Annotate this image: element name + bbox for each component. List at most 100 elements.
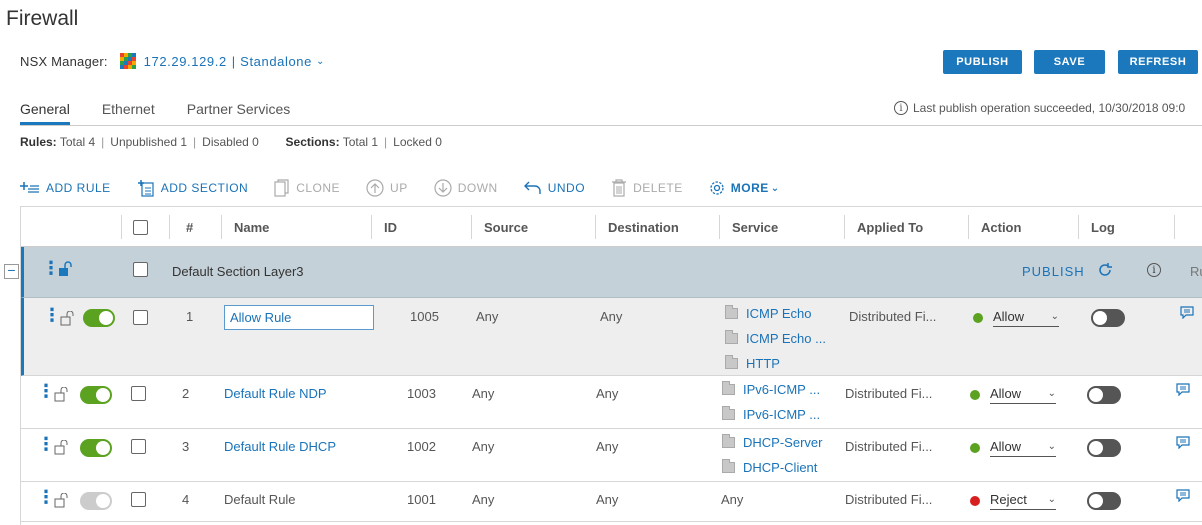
row-menu[interactable]: ⋮: [37, 435, 55, 453]
allow-status-dot: [970, 443, 980, 453]
service-item[interactable]: DHCP-Server: [722, 430, 822, 455]
refresh-icon[interactable]: [1097, 262, 1113, 278]
log-toggle[interactable]: [1087, 439, 1121, 457]
log-toggle[interactable]: [1087, 492, 1121, 510]
nsx-manager-icon: [119, 53, 136, 69]
info-icon[interactable]: i: [1147, 263, 1161, 277]
rule-source[interactable]: Any: [476, 309, 498, 324]
unlocked-icon[interactable]: [54, 493, 70, 508]
action-select[interactable]: Allow ⌄: [990, 386, 1056, 404]
add-rule-button[interactable]: ADD RULE: [20, 181, 111, 195]
stats-separator: |: [193, 135, 197, 149]
down-button[interactable]: DOWN: [434, 179, 498, 197]
save-button[interactable]: SAVE: [1034, 50, 1105, 74]
nsx-manager-mode[interactable]: Standalone: [240, 54, 312, 69]
col-destination[interactable]: Destination: [608, 207, 679, 247]
action-select[interactable]: Allow ⌄: [993, 309, 1059, 327]
rule-destination[interactable]: Any: [600, 309, 622, 324]
nsx-manager-ip[interactable]: 172.29.129.2: [144, 54, 227, 69]
table-row[interactable]: ⋮ 3 Default Rule DHCP 1002 Any Any DHCP-…: [21, 429, 1202, 482]
rule-services: IPv6-ICMP ... IPv6-ICMP ...: [722, 377, 820, 427]
refresh-button[interactable]: REFRESH: [1118, 50, 1198, 74]
collapse-section-button[interactable]: −: [4, 263, 19, 279]
chevron-down-icon: ⌄: [1047, 441, 1056, 452]
publish-button[interactable]: PUBLISH: [943, 50, 1022, 74]
chevron-down-icon[interactable]: ⌄: [316, 56, 324, 67]
rule-enabled-toggle[interactable]: [80, 386, 112, 404]
column-divider: [221, 215, 222, 239]
column-divider: [719, 215, 720, 239]
row-checkbox[interactable]: [131, 439, 146, 454]
log-toggle[interactable]: [1087, 386, 1121, 404]
clone-button[interactable]: CLONE: [274, 179, 340, 197]
section-publish-button[interactable]: PUBLISH: [1022, 264, 1085, 279]
rule-name-input[interactable]: Allow Rule: [224, 305, 374, 330]
rule-applied-to[interactable]: Distributed Fi...: [849, 309, 936, 324]
rule-destination: Any: [596, 492, 619, 507]
folder-icon: [722, 406, 735, 420]
tab-general[interactable]: General: [20, 101, 70, 125]
rule-destination[interactable]: Any: [596, 439, 618, 454]
table-row[interactable]: ⋮ 2 Default Rule NDP 1003 Any Any IPv6-I…: [21, 376, 1202, 429]
rule-name[interactable]: Default Rule DHCP: [224, 439, 336, 454]
stats-separator: |: [101, 135, 105, 149]
rule-enabled-toggle[interactable]: [83, 309, 115, 327]
service-item[interactable]: IPv6-ICMP ...: [722, 402, 820, 427]
service-item[interactable]: ICMP Echo ...: [725, 326, 826, 351]
rule-enabled-toggle[interactable]: [80, 492, 112, 510]
col-id[interactable]: ID: [384, 207, 397, 247]
rule-applied-to[interactable]: Distributed Fi...: [845, 439, 932, 454]
select-all-checkbox[interactable]: [133, 219, 148, 235]
rule-source[interactable]: Any: [472, 439, 494, 454]
comment-icon[interactable]: [1175, 488, 1191, 502]
col-action[interactable]: Action: [981, 207, 1021, 247]
service-item[interactable]: HTTP: [725, 351, 780, 376]
comment-icon[interactable]: [1175, 435, 1191, 449]
col-name[interactable]: Name: [234, 207, 269, 247]
col-applied-to[interactable]: Applied To: [857, 207, 923, 247]
col-num[interactable]: #: [186, 207, 193, 247]
comment-icon[interactable]: [1175, 382, 1191, 396]
add-section-button[interactable]: ADD SECTION: [137, 179, 249, 197]
rule-destination[interactable]: Any: [596, 386, 618, 401]
row-menu[interactable]: ⋮: [37, 382, 55, 400]
service-item[interactable]: ICMP Echo: [725, 301, 812, 326]
table-row[interactable]: ⋮ 4 Default Rule 1001 Any Any Any Distri…: [21, 482, 1202, 522]
clone-icon: [274, 179, 290, 197]
service-item[interactable]: IPv6-ICMP ...: [722, 377, 820, 402]
tab-ethernet[interactable]: Ethernet: [102, 101, 155, 125]
undo-button[interactable]: UNDO: [523, 181, 585, 195]
up-button[interactable]: UP: [366, 179, 408, 197]
rule-name[interactable]: Default Rule NDP: [224, 386, 327, 401]
table-row[interactable]: ⋮ 1 Allow Rule 1005 Any Any ICMP Echo IC…: [21, 298, 1202, 376]
rule-source[interactable]: Any: [472, 386, 494, 401]
trash-icon: [611, 179, 627, 197]
section-drag-menu[interactable]: ⋮: [42, 259, 60, 277]
row-checkbox[interactable]: [131, 492, 146, 507]
col-source[interactable]: Source: [484, 207, 528, 247]
service-item[interactable]: DHCP-Client: [722, 455, 817, 480]
row-menu[interactable]: ⋮: [43, 306, 61, 324]
unlocked-icon[interactable]: [60, 311, 76, 326]
section-checkbox[interactable]: [133, 262, 148, 277]
last-publish-status: i Last publish operation succeeded, 10/3…: [894, 101, 1185, 115]
row-checkbox[interactable]: [133, 310, 148, 325]
unlocked-icon[interactable]: [54, 387, 70, 402]
col-service[interactable]: Service: [732, 207, 778, 247]
tab-bar: General Ethernet Partner Services: [20, 101, 322, 125]
log-toggle[interactable]: [1091, 309, 1125, 327]
comment-icon[interactable]: [1179, 305, 1195, 319]
rule-applied-to[interactable]: Distributed Fi...: [845, 386, 932, 401]
action-select[interactable]: Allow ⌄: [990, 439, 1056, 457]
unlocked-icon[interactable]: [58, 261, 74, 277]
tab-partner-services[interactable]: Partner Services: [187, 101, 290, 125]
delete-button[interactable]: DELETE: [611, 179, 683, 197]
rule-enabled-toggle[interactable]: [80, 439, 112, 457]
unlocked-icon[interactable]: [54, 440, 70, 455]
rule-applied-to[interactable]: Distributed Fi...: [845, 492, 932, 507]
more-menu-button[interactable]: MORE ⌄: [709, 180, 780, 196]
row-checkbox[interactable]: [131, 386, 146, 401]
row-menu[interactable]: ⋮: [37, 488, 55, 506]
action-select[interactable]: Reject ⌄: [990, 492, 1056, 510]
col-log[interactable]: Log: [1091, 207, 1115, 247]
